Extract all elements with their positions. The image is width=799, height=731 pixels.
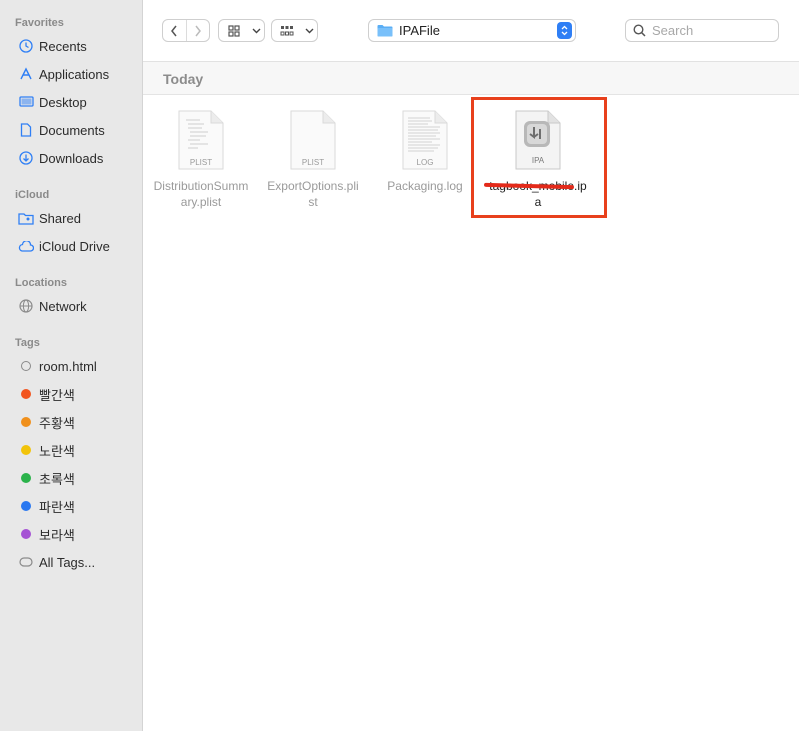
group-title: Today — [163, 71, 204, 87]
group-grid-icon — [272, 20, 302, 41]
sidebar-all-tags[interactable]: All Tags... — [10, 551, 136, 573]
chevron-down-icon — [249, 20, 263, 41]
file-name: Packaging.log — [387, 179, 463, 193]
sidebar-item-label: room.html — [39, 358, 97, 374]
orange-tag-icon — [15, 417, 37, 427]
blue-tag-icon — [15, 501, 37, 511]
folder-icon — [377, 24, 393, 37]
path-label: IPAFile — [399, 23, 440, 38]
selection-highlight-box — [471, 97, 607, 218]
download-icon — [15, 151, 37, 165]
all-tags-icon — [15, 557, 37, 567]
sidebar-item-applications[interactable]: Applications — [10, 63, 136, 85]
shared-folder-icon — [15, 212, 37, 225]
sidebar-item-desktop[interactable]: Desktop — [10, 91, 136, 113]
file-name: DistributionSumm ary.plist — [153, 179, 249, 209]
sidebar-tag-green[interactable]: 초록색 — [10, 467, 136, 489]
sidebar-item-label: Recents — [39, 38, 87, 54]
red-tag-icon — [15, 389, 37, 399]
sidebar-item-network[interactable]: Network — [10, 295, 136, 317]
sidebar-item-label: 노란색 — [39, 443, 75, 459]
sidebar-tag-red[interactable]: 빨간색 — [10, 383, 136, 405]
green-tag-icon — [15, 473, 37, 483]
sidebar-item-label: Documents — [39, 122, 105, 138]
sidebar-item-documents[interactable]: Documents — [10, 119, 136, 141]
nav-buttons — [162, 19, 210, 42]
cloud-icon — [15, 240, 37, 252]
sidebar-tag-purple[interactable]: 보라색 — [10, 523, 136, 545]
back-button[interactable] — [163, 20, 187, 41]
icloud-header: iCloud — [15, 189, 50, 201]
sidebar-item-label: Shared — [39, 210, 81, 226]
sidebar: Favorites Recents Applications Desktop D… — [0, 0, 143, 731]
path-popup-button[interactable]: IPAFile — [368, 19, 576, 42]
yellow-tag-icon — [15, 445, 37, 455]
sidebar-tag-yellow[interactable]: 노란색 — [10, 439, 136, 461]
toolbar: IPAFile — [143, 0, 799, 62]
purple-tag-icon — [15, 529, 37, 539]
applications-icon — [15, 67, 37, 81]
desktop-icon — [15, 96, 37, 108]
sidebar-item-shared[interactable]: Shared — [10, 207, 136, 229]
sidebar-item-label: iCloud Drive — [39, 238, 110, 254]
sidebar-item-label: 빨간색 — [39, 387, 75, 403]
plist-file-icon: PLIST — [290, 110, 336, 170]
icon-grid-icon — [219, 20, 249, 41]
sidebar-item-recents[interactable]: Recents — [10, 35, 136, 57]
forward-button[interactable] — [187, 20, 210, 41]
group-header: Today — [143, 62, 799, 95]
search-icon — [633, 24, 646, 37]
log-file-icon: LOG — [402, 110, 448, 170]
sidebar-item-label: All Tags... — [39, 554, 96, 570]
file-export-options[interactable]: PLIST ExportOptions.pli st — [259, 110, 367, 210]
search-field[interactable] — [625, 19, 779, 42]
search-input[interactable] — [652, 23, 767, 38]
view-mode-button[interactable] — [218, 19, 265, 42]
favorites-header: Favorites — [15, 17, 64, 29]
file-name: ExportOptions.pli st — [267, 179, 359, 209]
file-type-badge: PLIST — [189, 158, 213, 167]
file-distribution-summary[interactable]: PLIST DistributionSumm ary.plist — [147, 110, 255, 210]
chevron-left-icon — [171, 25, 177, 36]
file-packaging-log[interactable]: LOG Packaging.log — [371, 110, 479, 194]
plist-file-icon: PLIST — [178, 110, 224, 170]
sidebar-tag-orange[interactable]: 주황색 — [10, 411, 136, 433]
up-down-stepper-icon — [557, 22, 572, 39]
document-icon — [15, 123, 37, 137]
sidebar-item-label: 보라색 — [39, 527, 75, 543]
sidebar-item-label: 주황색 — [39, 415, 75, 431]
file-type-badge: LOG — [416, 158, 434, 167]
chevron-right-icon — [195, 25, 201, 36]
sidebar-item-label: Applications — [39, 66, 110, 82]
sidebar-item-label: Downloads — [39, 150, 104, 166]
sidebar-tag-blue[interactable]: 파란색 — [10, 495, 136, 517]
sidebar-item-downloads[interactable]: Downloads — [10, 147, 136, 169]
sidebar-tag-room-html[interactable]: room.html — [10, 355, 136, 377]
sidebar-item-label: Network — [39, 298, 87, 314]
sidebar-item-label: 파란색 — [39, 499, 75, 515]
chevron-down-icon — [302, 20, 316, 41]
file-type-badge: PLIST — [301, 158, 325, 167]
group-by-button[interactable] — [271, 19, 318, 42]
sidebar-item-label: Desktop — [39, 94, 87, 110]
tags-header: Tags — [15, 337, 40, 349]
clock-icon — [15, 39, 37, 53]
empty-tag-icon — [15, 361, 37, 371]
sidebar-item-label: 초록색 — [39, 471, 75, 487]
globe-icon — [15, 299, 37, 313]
locations-header: Locations — [15, 277, 67, 289]
sidebar-item-icloud-drive[interactable]: iCloud Drive — [10, 235, 136, 257]
